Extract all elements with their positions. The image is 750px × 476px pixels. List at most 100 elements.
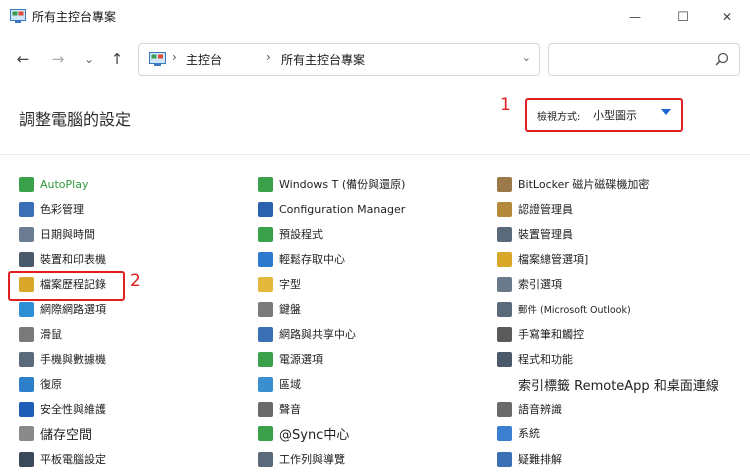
item-label: 安全性與維護: [40, 403, 106, 416]
item-label: 手機與數據機: [40, 353, 106, 366]
page-title: 調整電腦的設定: [19, 110, 132, 129]
control-panel-item[interactable]: 手機與數據機: [19, 349, 106, 369]
control-panel-item[interactable]: 字型: [258, 274, 301, 294]
back-button[interactable]: ←: [12, 48, 34, 70]
control-panel-item[interactable]: 區域: [258, 374, 301, 394]
control-panel-item[interactable]: @Sync中心: [258, 423, 349, 443]
item-label: 索引選項: [518, 278, 562, 291]
search-input[interactable]: [548, 43, 740, 76]
control-panel-item[interactable]: 色彩管理: [19, 199, 84, 219]
taskbar-navigation-icon: [258, 451, 273, 467]
troubleshooting-icon: [497, 451, 512, 467]
item-label: 輕鬆存取中心: [279, 253, 345, 266]
control-panel-item[interactable]: Configuration Manager: [258, 199, 405, 219]
control-panel-item[interactable]: 認證管理員: [497, 199, 573, 219]
control-panel-item[interactable]: 檔案總管選項]: [497, 249, 588, 269]
item-label: 預設程式: [279, 228, 323, 241]
backup-restore-icon: [258, 176, 273, 192]
control-panel-item[interactable]: Windows T (備份與還原): [258, 174, 405, 194]
control-panel-item[interactable]: 滑鼠: [19, 324, 62, 344]
item-label: 日期與時間: [40, 228, 95, 241]
control-panel-item[interactable]: BitLocker 磁片磁碟機加密: [497, 174, 649, 194]
control-panel-item[interactable]: 電源選項: [258, 349, 323, 369]
item-label: BitLocker 磁片磁碟機加密: [518, 178, 650, 191]
control-panel-item[interactable]: 網際網路選項: [19, 299, 106, 319]
breadcrumb-item[interactable]: 所有主控台專案: [281, 51, 365, 68]
view-by-dropdown[interactable]: 檢視方式: 小型圖示: [525, 98, 683, 132]
control-panel-item[interactable]: 網路與共享中心: [258, 324, 356, 344]
item-label: 儲存空間: [40, 427, 93, 443]
item-label: Configuration Manager: [279, 202, 406, 216]
control-panel-item[interactable]: 裝置和印表機: [19, 249, 106, 269]
control-panel-icon: [10, 9, 26, 23]
close-button[interactable]: ✕: [704, 6, 750, 28]
pen-touch-icon: [497, 326, 512, 342]
item-label: 系統: [518, 427, 540, 440]
control-panel-item[interactable]: AutoPlay: [19, 174, 88, 194]
control-panel-item[interactable]: 儲存空間: [19, 423, 92, 443]
item-label: 疑難排解: [518, 453, 562, 466]
chevron-down-icon[interactable]: ⌄: [522, 51, 531, 64]
region-icon: [258, 376, 273, 392]
control-panel-item[interactable]: 檔案歷程記錄: [19, 274, 106, 294]
control-panel-item[interactable]: 平板電腦設定: [19, 449, 106, 469]
control-panel-item[interactable]: 系統: [497, 423, 540, 443]
title-bar: 所有主控台專案 — ☐ ✕: [0, 0, 750, 34]
indexing-options-icon: [497, 276, 512, 292]
device-manager-icon: [497, 226, 512, 242]
minimize-button[interactable]: —: [612, 6, 658, 28]
control-panel-item[interactable]: 工作列與導覽: [258, 449, 345, 469]
control-panel-item[interactable]: 輕鬆存取中心: [258, 249, 345, 269]
control-panel-item[interactable]: 預設程式: [258, 224, 323, 244]
item-label: 聲音: [279, 403, 301, 416]
item-label: 電源選項: [279, 353, 323, 366]
phone-modem-icon: [19, 351, 34, 367]
breadcrumb-item[interactable]: 主控台: [186, 51, 222, 68]
up-button[interactable]: ↑: [106, 48, 128, 70]
remoteapp-icon: [497, 376, 512, 392]
control-panel-item[interactable]: 復原: [19, 374, 62, 394]
item-label: 區域: [279, 378, 301, 391]
control-panel-item[interactable]: 郵件 (Microsoft Outlook): [497, 299, 631, 319]
forward-button[interactable]: →: [47, 48, 69, 70]
item-label: 色彩管理: [40, 203, 84, 216]
maximize-button[interactable]: ☐: [660, 6, 706, 28]
item-label: Windows T (備份與還原): [279, 178, 406, 191]
address-bar[interactable]: › 主控台 › 所有主控台專案 ⌄: [138, 43, 540, 76]
item-label: 裝置和印表機: [40, 253, 106, 266]
default-programs-icon: [258, 226, 273, 242]
date-time-icon: [19, 226, 34, 242]
control-panel-item[interactable]: 疑難排解: [497, 449, 562, 469]
control-panel-item[interactable]: 安全性與維護: [19, 399, 106, 419]
annotation-number: 2: [130, 271, 141, 291]
bitlocker-icon: [497, 176, 512, 192]
control-panel-item[interactable]: 語音辨識: [497, 399, 562, 419]
control-panel-item[interactable]: 索引標籤 RemoteApp 和桌面連線: [497, 374, 719, 394]
power-options-icon: [258, 351, 273, 367]
control-panel-item[interactable]: 裝置管理員: [497, 224, 573, 244]
control-panel-item[interactable]: 聲音: [258, 399, 301, 419]
internet-options-icon: [19, 301, 34, 317]
control-panel-icon: [149, 52, 166, 66]
control-panel-item[interactable]: 鍵盤: [258, 299, 301, 319]
mail-icon: [497, 301, 512, 317]
configuration-manager-icon: [258, 201, 273, 217]
autoplay-icon: [19, 176, 34, 192]
control-panel-item[interactable]: 程式和功能: [497, 349, 573, 369]
control-panel-item[interactable]: 索引選項: [497, 274, 562, 294]
item-label: 索引標籤 RemoteApp 和桌面連線: [518, 378, 719, 394]
view-by-label: 檢視方式:: [537, 112, 581, 123]
recent-locations-button[interactable]: ⌄: [78, 48, 100, 70]
security-flag-icon: [19, 401, 34, 417]
recovery-icon: [19, 376, 34, 392]
sync-center-icon: [258, 425, 273, 441]
view-by-value[interactable]: 小型圖示: [593, 107, 637, 123]
control-panel-item[interactable]: 手寫筆和觸控: [497, 324, 584, 344]
item-label: @Sync中心: [279, 427, 350, 443]
item-label: 裝置管理員: [518, 228, 573, 241]
item-label: 檔案總管選項]: [518, 253, 589, 266]
window-title: 所有主控台專案: [32, 10, 117, 24]
control-panel-item[interactable]: 日期與時間: [19, 224, 95, 244]
item-label: 手寫筆和觸控: [518, 328, 584, 341]
storage-spaces-icon: [19, 425, 34, 441]
